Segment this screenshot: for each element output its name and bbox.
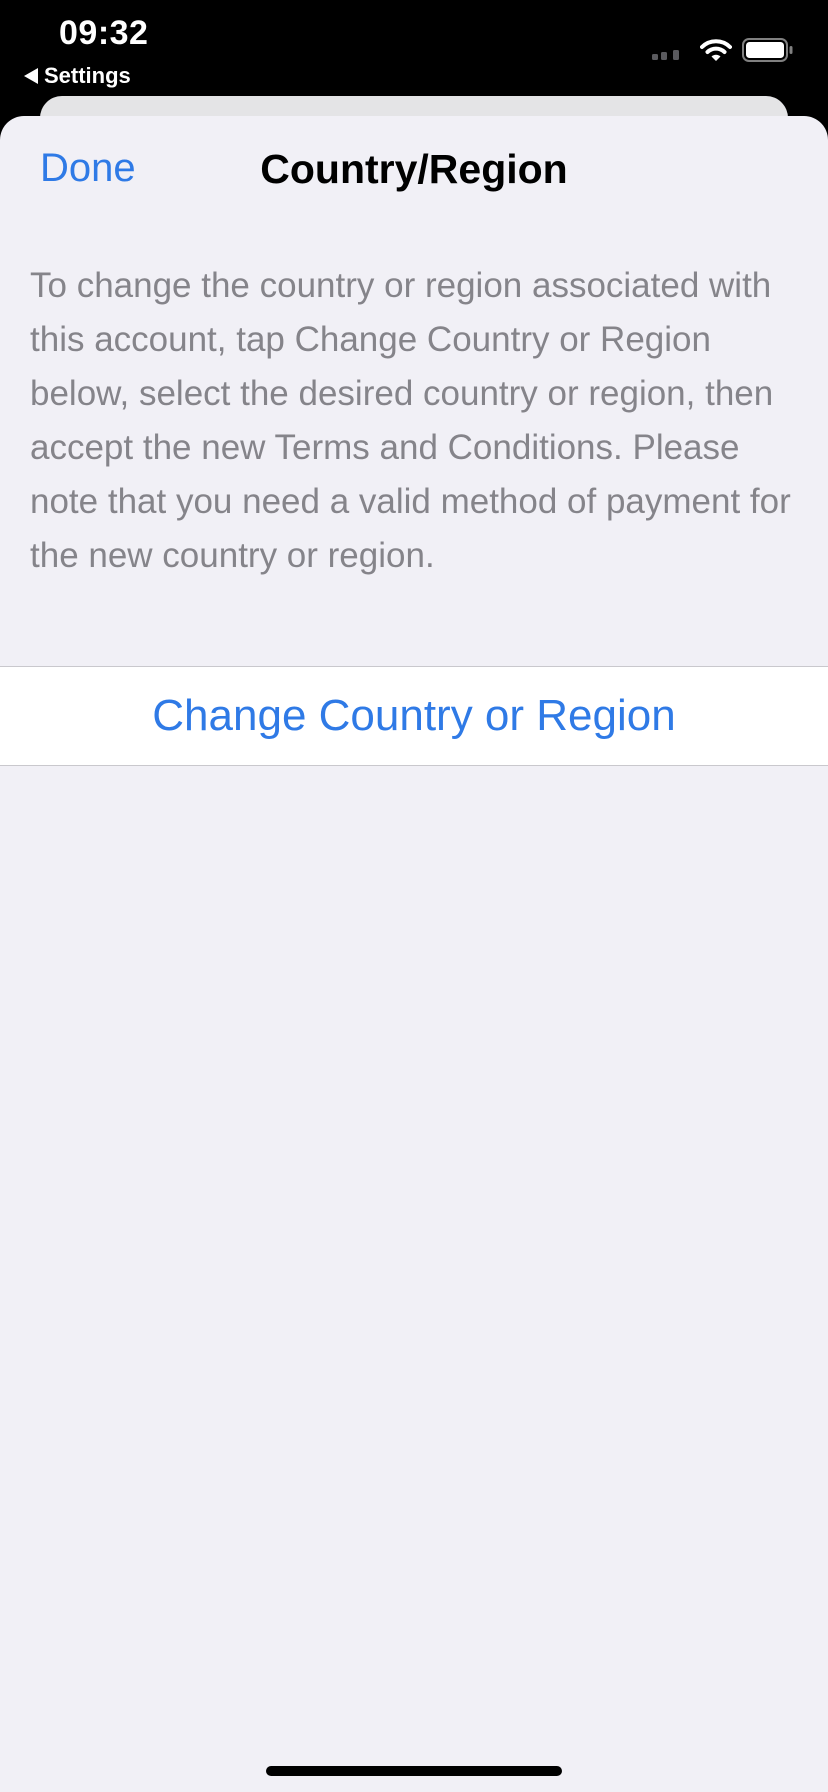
wifi-icon xyxy=(700,39,732,61)
country-region-sheet: Done Country/Region To change the countr… xyxy=(0,116,828,1792)
back-link-label: Settings xyxy=(44,63,131,88)
battery-icon xyxy=(742,38,793,62)
change-country-region-button[interactable]: Change Country or Region xyxy=(0,666,828,766)
description-text: To change the country or region associat… xyxy=(30,266,791,575)
status-bar: 09:32 Settings xyxy=(0,0,828,100)
page-title: Country/Region xyxy=(260,146,568,192)
status-time: 09:32 xyxy=(59,14,149,52)
navigation-bar: Done Country/Region xyxy=(0,116,828,224)
signal-icon xyxy=(652,50,679,60)
back-arrow-icon xyxy=(24,68,38,84)
back-to-settings-link[interactable]: Settings xyxy=(24,62,131,90)
home-indicator[interactable] xyxy=(266,1766,562,1776)
change-country-region-label: Change Country or Region xyxy=(152,691,676,740)
